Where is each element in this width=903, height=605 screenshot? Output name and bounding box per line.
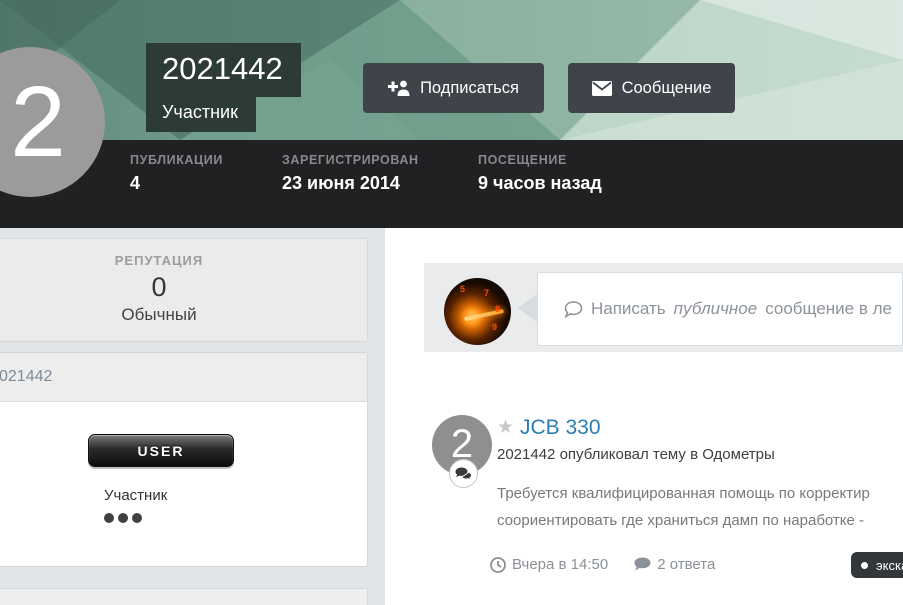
placeholder-prefix: Написать [591,299,666,318]
message-button[interactable]: Сообщение [568,63,735,113]
post-excerpt-line1: Требуется квалифицированная помощь по ко… [497,485,870,502]
reputation-value: 0 [151,272,167,302]
reply-bubble-icon [634,557,651,571]
rank-pips [104,513,142,523]
profile-info-panel-header: 021442 [0,353,367,402]
reputation-panel: РЕПУТАЦИЯ 0 Обычный [0,238,368,342]
profile-avatar-initial: 2 [10,66,66,178]
stat-joined: ЗАРЕГИСТРИРОВАН 23 июня 2014 [282,153,419,194]
composer-arrow [518,294,537,322]
post-tag-label: экскаватор наработка [876,557,903,573]
speech-bubble-icon [564,300,583,318]
profile-page: 2 2021442 Участник Подписаться Сообщение… [0,0,903,605]
stat-posts: ПУБЛИКАЦИИ 4 [130,153,223,194]
post-excerpt-line2: соориентировать где храниться дамп по на… [497,512,865,529]
reputation-label: РЕПУТАЦИЯ [114,253,204,268]
stat-joined-value: 23 июня 2014 [282,173,400,193]
visitors-panel: НИЕ ПОСЕТИТЕЛИ [0,588,368,605]
reputation-status: Обычный [121,305,197,324]
post-time[interactable]: Вчера в 14:50 [490,556,608,573]
stat-posts-value: 4 [130,173,141,193]
rank-pip [132,513,142,523]
placeholder-italic: публичное [673,299,758,318]
post-title-link[interactable]: JCB 330 [520,416,601,440]
stat-last-visit: ПОСЕЩЕНИЕ 9 часов назад [478,153,602,194]
post-footer: Вчера в 14:50 2 ответа экскаватор нарабо… [490,552,903,578]
activity-post: 2 ★ JCB 330 2021442 опубликовал тему в О… [385,405,903,605]
composer-input[interactable]: Написать публичное сообщение в ле [537,272,903,346]
post-meta: 2021442 опубликовал тему в Одометры [497,446,775,463]
user-rank-badge-label: USER [137,442,185,459]
post-replies[interactable]: 2 ответа [634,556,715,573]
composer-placeholder: Написать публичное сообщение в ле [538,299,902,319]
dial-mark: 5 [460,284,466,294]
placeholder-suffix: сообщение в ле [765,299,892,318]
dial-mark: 8 [495,304,501,314]
visitor-avatar[interactable]: 7 8 9 5 [444,278,511,345]
status-composer: 7 8 9 5 Написать публичное сообщение в л… [424,263,903,352]
post-time-text: Вчера в 14:50 [512,556,609,573]
person-add-icon [388,80,410,96]
envelope-icon [591,80,612,96]
tag-dot-icon [861,561,868,569]
stat-posts-label: ПУБЛИКАЦИИ [130,153,223,167]
member-rank-text: Участник [162,102,238,122]
stat-last-visit-label: ПОСЕЩЕНИЕ [478,153,567,167]
username-box: 2021442 [146,43,301,97]
subscribe-button[interactable]: Подписаться [363,63,544,113]
post-excerpt: Требуется квалифицированная помощь по ко… [497,480,903,534]
username-text: 2021442 [162,51,283,86]
clock-icon [490,556,506,573]
message-button-label: Сообщение [621,78,712,97]
stat-joined-label: ЗАРЕГИСТРИРОВАН [282,153,419,167]
rank-pip [104,513,114,523]
rank-row-value: Участник [104,487,168,504]
post-tag[interactable]: экскаватор наработка [851,552,903,578]
topic-badge [449,459,478,488]
profile-info-panel: 021442 USER ние Участник [0,352,368,567]
comment-bubbles-icon [455,467,472,481]
profile-info-panel-title: 021442 [0,368,53,385]
user-rank-badge: USER [88,434,234,467]
member-rank-box: Участник [146,96,256,132]
visitors-panel-header: НИЕ ПОСЕТИТЕЛИ [0,589,367,605]
dial-mark: 7 [484,288,490,298]
star-icon[interactable]: ★ [497,416,514,439]
rank-pip [118,513,128,523]
subscribe-button-label: Подписаться [420,78,519,97]
stat-last-visit-value: 9 часов назад [478,173,602,193]
profile-stats-bar: ПУБЛИКАЦИИ 4 ЗАРЕГИСТРИРОВАН 23 июня 201… [0,140,903,341]
dial-mark: 9 [492,322,498,332]
post-replies-text: 2 ответа [657,556,716,573]
